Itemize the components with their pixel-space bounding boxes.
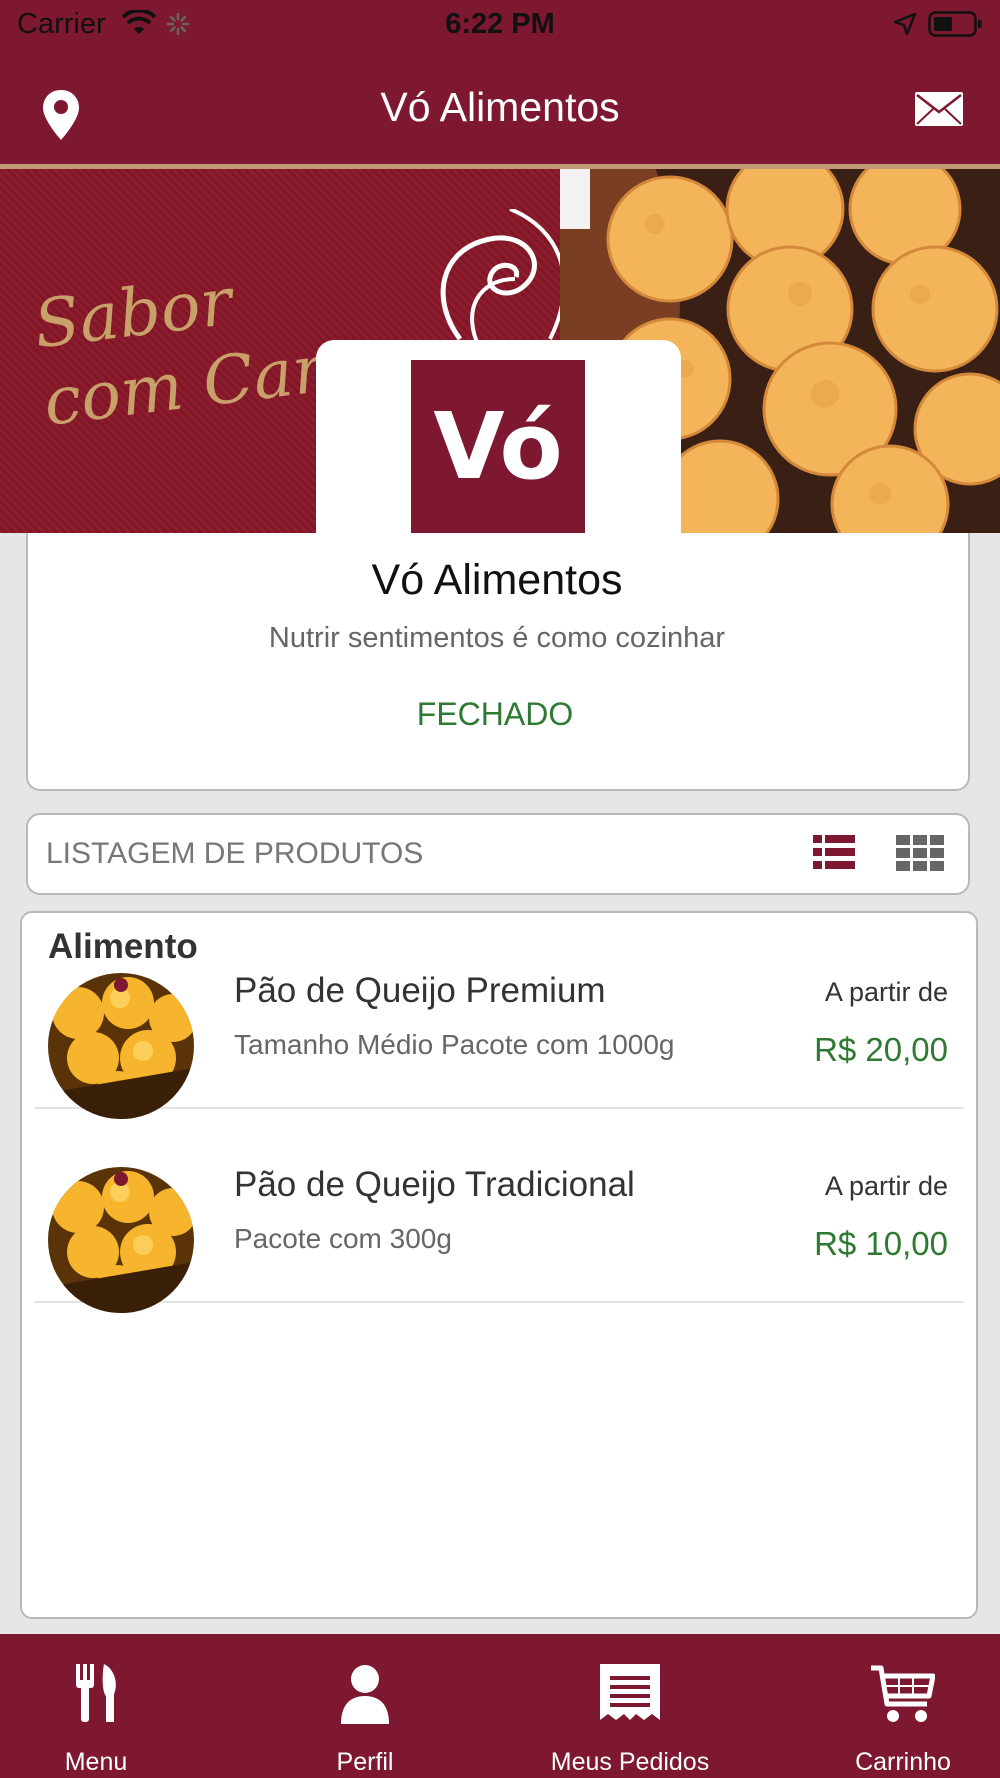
tab-label: Perfil — [336, 1748, 394, 1776]
battery-icon — [928, 11, 982, 37]
user-icon — [341, 1665, 389, 1724]
store-name: Vó Alimentos — [371, 556, 623, 604]
tab-perfil[interactable]: Perfil — [315, 1634, 415, 1778]
tab-label: Meus Pedidos — [550, 1748, 710, 1776]
status-bar: Carrier 6:22 PM — [0, 0, 1000, 50]
store-open-status: FECHADO — [416, 696, 574, 732]
product-description: Pacote com 300g — [234, 1223, 452, 1254]
envelope-icon[interactable] — [914, 91, 964, 127]
receipt-icon — [600, 1664, 660, 1720]
fork-knife-icon — [76, 1664, 116, 1722]
tab-menu[interactable]: Menu — [46, 1634, 146, 1778]
price-from-label: A partir de — [824, 977, 948, 1007]
product-thumbnail — [48, 973, 194, 1119]
tab-label: Menu — [64, 1748, 128, 1776]
product-row[interactable]: Pão de Queijo Tradicional Pacote com 300… — [34, 1107, 964, 1313]
tab-label: Carrinho — [855, 1748, 951, 1776]
location-arrow-icon — [893, 12, 917, 36]
store-tagline: Nutrir sentimentos é como cozinhar — [268, 622, 726, 654]
bottom-tab-bar: Menu Perfil Meus Pedidos Carrinho — [0, 1634, 1000, 1778]
product-name: Pão de Queijo Tradicional — [234, 1165, 635, 1204]
price-from-label: A partir de — [824, 1171, 948, 1201]
product-name: Pão de Queijo Premium — [234, 971, 606, 1010]
product-listing-bar: LISTAGEM DE PRODUTOS — [26, 813, 970, 895]
listing-label: LISTAGEM DE PRODUTOS — [46, 837, 424, 870]
product-price: R$ 20,00 — [814, 1031, 948, 1068]
product-description: Tamanho Médio Pacote com 1000g — [234, 1029, 675, 1060]
product-list: Alimento Pão de Queijo Premium Tamanho M… — [20, 911, 978, 1619]
top-bar: Carrier 6:22 PM Vó Alimentos — [0, 0, 1000, 169]
product-price: R$ 10,00 — [814, 1225, 948, 1262]
header-title: Vó Alimentos — [380, 84, 620, 130]
tab-meus-pedidos[interactable]: Meus Pedidos — [540, 1634, 720, 1778]
product-thumbnail — [48, 1167, 194, 1313]
store-logo: Vó — [411, 360, 585, 533]
grid-view-icon[interactable] — [896, 835, 944, 871]
cart-icon — [871, 1665, 935, 1722]
product-row[interactable]: Pão de Queijo Premium Tamanho Médio Paco… — [34, 913, 964, 1119]
list-view-icon[interactable] — [813, 835, 855, 869]
status-time: 6:22 PM — [445, 8, 555, 40]
tab-carrinho[interactable]: Carrinho — [843, 1634, 963, 1778]
